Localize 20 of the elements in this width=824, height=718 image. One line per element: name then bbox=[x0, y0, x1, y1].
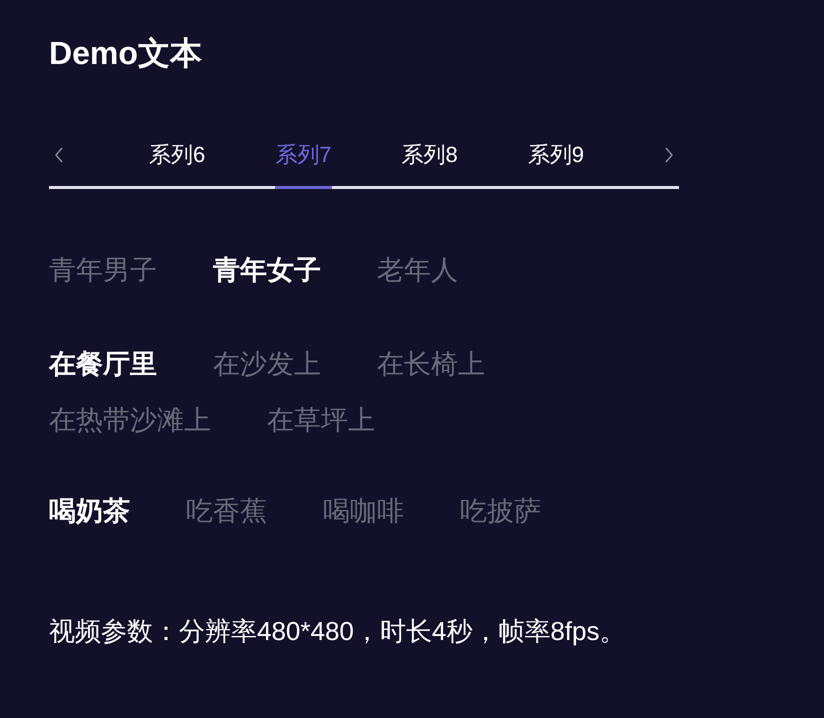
option-chip[interactable]: 青年女子 bbox=[213, 252, 321, 288]
chevron-right-icon bbox=[664, 147, 674, 163]
option-chip[interactable]: 在长椅上 bbox=[377, 346, 485, 382]
chevron-left-icon bbox=[54, 147, 64, 163]
option-chip[interactable]: 喝咖啡 bbox=[323, 493, 404, 529]
series-tab[interactable]: 系列9 bbox=[528, 140, 584, 189]
page-title: Demo文本 bbox=[49, 34, 202, 73]
option-chip[interactable]: 在热带沙滩上 bbox=[49, 402, 211, 438]
option-chip[interactable]: 喝奶茶 bbox=[49, 493, 130, 529]
option-chip[interactable]: 吃披萨 bbox=[460, 493, 541, 529]
option-chip[interactable]: 青年男子 bbox=[49, 252, 157, 288]
option-chip[interactable]: 在餐厅里 bbox=[49, 346, 157, 382]
option-chip[interactable]: 吃香蕉 bbox=[186, 493, 267, 529]
series-tab[interactable]: 系列7 bbox=[275, 140, 332, 189]
option-chip[interactable]: 在草坪上 bbox=[267, 402, 375, 438]
series-tab[interactable]: 系列8 bbox=[402, 140, 458, 189]
series-tab[interactable]: 系列6 bbox=[149, 140, 206, 189]
video-params-text: 视频参数：分辨率480*480，时长4秒，帧率8fps。 bbox=[49, 615, 626, 648]
option-chip[interactable]: 在沙发上 bbox=[213, 346, 321, 382]
option-chip[interactable]: 老年人 bbox=[377, 252, 458, 288]
